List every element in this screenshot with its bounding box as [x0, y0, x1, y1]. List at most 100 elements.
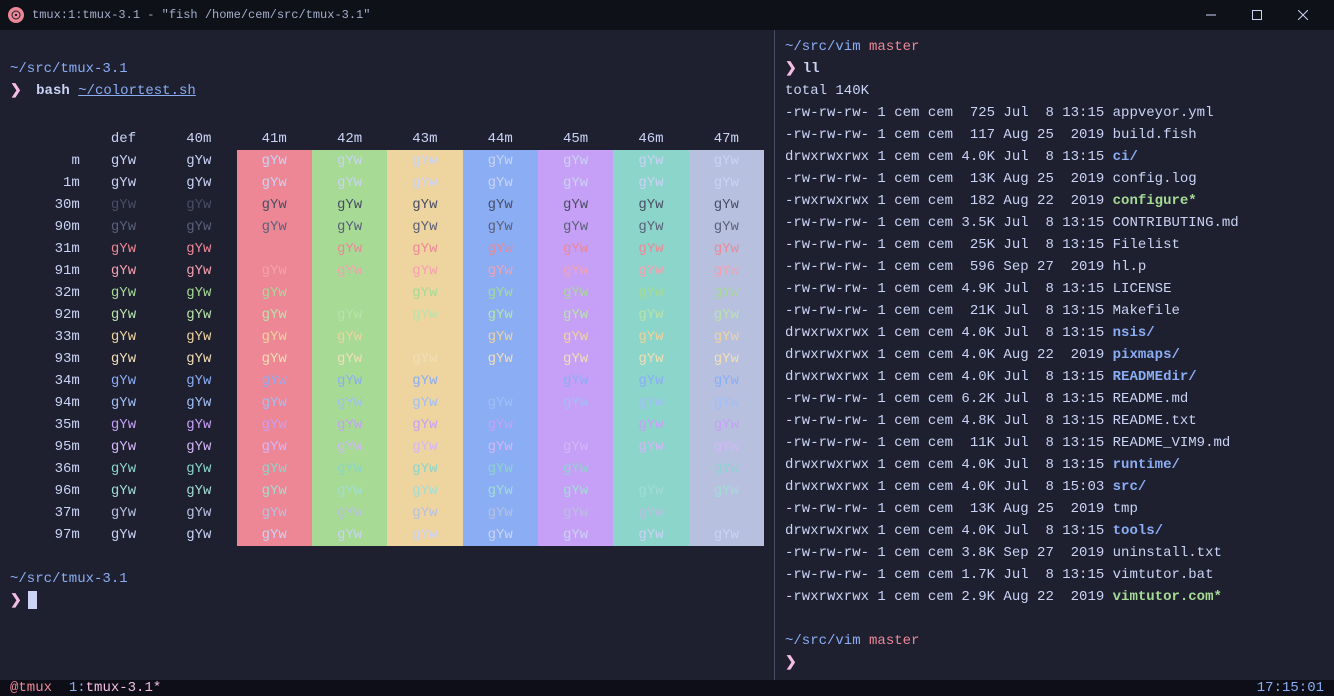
colortest-cell: gYw: [538, 326, 613, 348]
colortest-cell: gYw: [86, 150, 161, 172]
ls-filename: runtime/: [1113, 457, 1180, 473]
colortest-cell: gYw: [86, 502, 161, 524]
colortest-cell: gYw: [538, 370, 613, 392]
colortest-cell: gYw: [237, 436, 312, 458]
colortest-cell: gYw: [613, 282, 688, 304]
ls-row: -rw-rw-rw- 1 cem cem 25K Jul 8 13:15 Fil…: [785, 234, 1324, 256]
colortest-cell: gYw: [613, 238, 688, 260]
colortest-header: 45m: [538, 128, 613, 150]
ls-row: -rw-rw-rw- 1 cem cem 21K Jul 8 13:15 Mak…: [785, 300, 1324, 322]
colortest-row-label: 37m: [10, 502, 86, 524]
minimize-button[interactable]: [1188, 0, 1234, 30]
colortest-cell: gYw: [538, 436, 613, 458]
colortest-cell: gYw: [161, 172, 236, 194]
colortest-cell: gYw: [312, 414, 387, 436]
colortest-cell: gYw: [538, 480, 613, 502]
ls-row: drwxrwxrwx 1 cem cem 4.0K Jul 8 13:15 ns…: [785, 322, 1324, 344]
ls-row: -rw-rw-rw- 1 cem cem 596 Sep 27 2019 hl.…: [785, 256, 1324, 278]
ls-filename: ci/: [1113, 149, 1138, 165]
left-pane[interactable]: ~/src/tmux-3.1 ❯ bash ~/colortest.sh def…: [0, 30, 775, 680]
colortest-cell: gYw: [312, 238, 387, 260]
colortest-cell: gYw: [86, 348, 161, 370]
ls-filename: README.txt: [1113, 413, 1197, 429]
colortest-cell: gYw: [463, 392, 538, 414]
ls-filename: READMEdir/: [1113, 369, 1197, 385]
colortest-cell: gYw: [161, 238, 236, 260]
colortest-cell: gYw: [387, 150, 462, 172]
colortest-cell: gYw: [86, 458, 161, 480]
ls-filename: README.md: [1113, 391, 1189, 407]
colortest-header: 41m: [237, 128, 312, 150]
ls-filename: tmp: [1113, 501, 1138, 517]
ls-filename: LICENSE: [1113, 281, 1172, 297]
maximize-button[interactable]: [1234, 0, 1280, 30]
colortest-header: 44m: [463, 128, 538, 150]
ls-row: drwxrwxrwx 1 cem cem 4.0K Jul 8 15:03 sr…: [785, 476, 1324, 498]
colortest-header: 43m: [387, 128, 462, 150]
ls-row: -rw-rw-rw- 1 cem cem 11K Jul 8 13:15 REA…: [785, 432, 1324, 454]
colortest-cell: gYw: [689, 150, 764, 172]
colortest-cell: gYw: [237, 150, 312, 172]
colortest-cell: gYw: [237, 194, 312, 216]
colortest-cell: gYw: [463, 370, 538, 392]
colortest-row-label: 34m: [10, 370, 86, 392]
colortest-cell: gYw: [387, 370, 462, 392]
colortest-cell: gYw: [312, 172, 387, 194]
colortest-cell: gYw: [613, 480, 688, 502]
ls-filename: uninstall.txt: [1113, 545, 1222, 561]
cursor-icon: [28, 591, 37, 609]
prompt-ready[interactable]: ❯: [10, 590, 764, 612]
colortest-cell: gYw: [86, 172, 161, 194]
colortest-cell: gYw: [538, 282, 613, 304]
colortest-cell: gYw: [161, 326, 236, 348]
colortest-row-label: 32m: [10, 282, 86, 304]
ls-row: drwxrwxrwx 1 cem cem 4.0K Jul 8 13:15 RE…: [785, 366, 1324, 388]
colortest-cell: gYw: [689, 172, 764, 194]
colortest-cell: gYw: [312, 304, 387, 326]
colortest-cell: gYw: [312, 216, 387, 238]
colortest-cell: gYw: [463, 194, 538, 216]
colortest-cell: gYw: [463, 282, 538, 304]
colortest-cell: gYw: [689, 392, 764, 414]
ls-filename: tools/: [1113, 523, 1163, 539]
colortest-cell: gYw: [237, 172, 312, 194]
ls-filename: configure*: [1113, 193, 1197, 209]
colortest-cell: gYw: [613, 304, 688, 326]
colortest-cell: gYw: [86, 194, 161, 216]
colortest-cell: gYw: [538, 348, 613, 370]
colortest-cell: gYw: [387, 216, 462, 238]
colortest-cell: gYw: [161, 502, 236, 524]
colortest-cell: gYw: [387, 524, 462, 546]
colortest-cell: gYw: [538, 260, 613, 282]
colortest-cell: gYw: [161, 348, 236, 370]
colortest-cell: gYw: [86, 326, 161, 348]
colortest-cell: gYw: [237, 458, 312, 480]
colortest-cell: gYw: [387, 480, 462, 502]
colortest-cell: gYw: [613, 172, 688, 194]
colortest-cell: gYw: [613, 150, 688, 172]
right-pane[interactable]: ~/src/vim master ❯ll total 140K -rw-rw-r…: [775, 30, 1334, 680]
ls-filename: README_VIM9.md: [1113, 435, 1231, 451]
colortest-cell: gYw: [237, 502, 312, 524]
colortest-cell: gYw: [312, 260, 387, 282]
colortest-cell: gYw: [387, 194, 462, 216]
close-button[interactable]: [1280, 0, 1326, 30]
colortest-cell: gYw: [689, 238, 764, 260]
colortest-cell: gYw: [86, 216, 161, 238]
colortest-cell: gYw: [161, 436, 236, 458]
ls-row: -rw-rw-rw- 1 cem cem 4.8K Jul 8 13:15 RE…: [785, 410, 1324, 432]
colortest-cell: gYw: [387, 238, 462, 260]
colortest-cell: gYw: [689, 282, 764, 304]
colortest-header: 46m: [613, 128, 688, 150]
colortest-cell: gYw: [689, 304, 764, 326]
ls-filename: Filelist: [1113, 237, 1180, 253]
colortest-cell: gYw: [538, 458, 613, 480]
ls-filename: nsis/: [1113, 325, 1155, 341]
colortest-cell: gYw: [86, 524, 161, 546]
colortest-cell: gYw: [312, 370, 387, 392]
colortest-row-label: 97m: [10, 524, 86, 546]
prompt-ready-r[interactable]: ❯: [785, 652, 1324, 674]
ls-row: drwxrwxrwx 1 cem cem 4.0K Jul 8 13:15 ru…: [785, 454, 1324, 476]
colortest-cell: gYw: [689, 480, 764, 502]
colortest-cell: gYw: [538, 502, 613, 524]
